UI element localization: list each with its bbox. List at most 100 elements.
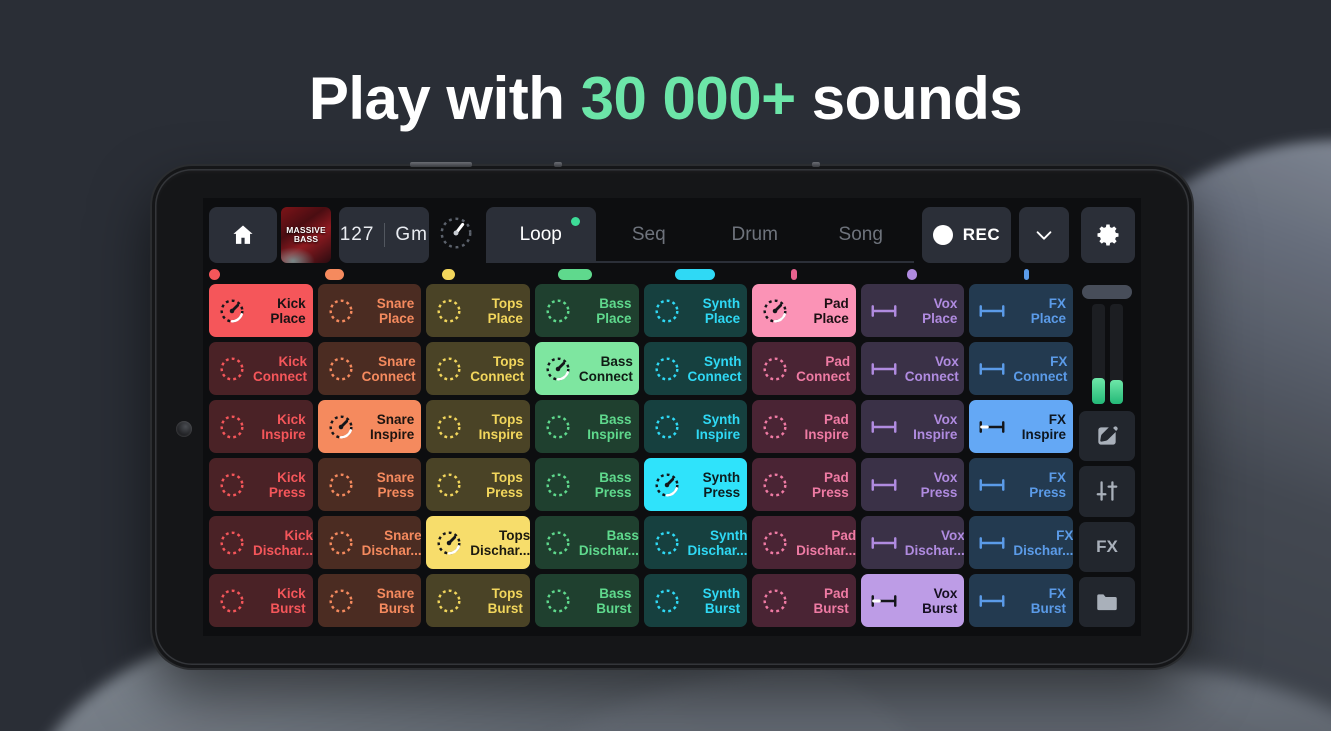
pad-label: Bass Connect: [579, 354, 633, 384]
knob-icon: [326, 296, 356, 326]
pad-pad-burst[interactable]: Pad Burst: [752, 574, 856, 627]
pad-tops-place[interactable]: Tops Place: [426, 284, 530, 337]
pad-vox-place[interactable]: Vox Place: [860, 284, 965, 337]
knob-icon: [434, 528, 464, 558]
pad-bass-connect[interactable]: Bass Connect: [534, 342, 639, 395]
pad-tops-connect[interactable]: Tops Connect: [426, 342, 530, 395]
pad-fx-dischar[interactable]: FX Dischar...: [969, 516, 1073, 569]
pad-label-variant: Place: [813, 310, 849, 326]
pad-kick-inspire[interactable]: Kick Inspire: [209, 400, 313, 453]
pad-pad-connect[interactable]: Pad Connect: [752, 342, 856, 395]
pad-label-variant: Burst: [922, 600, 958, 616]
pad-kick-dischar[interactable]: Kick Dischar...: [209, 516, 313, 569]
pad-snare-place[interactable]: Snare Place: [317, 284, 422, 337]
pad-fx-connect[interactable]: FX Connect: [969, 342, 1073, 395]
pad-synth-burst[interactable]: Synth Burst: [643, 574, 748, 627]
pad-label-instrument: Snare: [376, 469, 415, 485]
pad-tops-dischar[interactable]: Tops Dischar...: [426, 516, 530, 569]
pad-pad-place[interactable]: Pad Place: [752, 284, 856, 337]
knob-icon: [434, 354, 464, 384]
knob-icon: [654, 414, 679, 439]
settings-button[interactable]: [1081, 207, 1135, 263]
knob-icon: [326, 470, 356, 500]
knob-icon: [654, 356, 679, 381]
pad-kick-connect[interactable]: Kick Connect: [209, 342, 313, 395]
pad-vox-burst[interactable]: Vox Burst: [860, 574, 965, 627]
pad-label-variant: Press: [1029, 484, 1066, 500]
pad-label-variant: Burst: [487, 600, 523, 616]
project-artwork[interactable]: MASSIVE BASS: [281, 207, 332, 263]
knob-icon: [760, 354, 790, 384]
pad-bass-press[interactable]: Bass Press: [534, 458, 639, 511]
pad-snare-burst[interactable]: Snare Burst: [317, 574, 422, 627]
knob-icon: [654, 298, 679, 323]
home-button[interactable]: [209, 207, 277, 263]
headline-suffix: sounds: [795, 65, 1023, 132]
pad-snare-connect[interactable]: Snare Connect: [317, 342, 422, 395]
pad-label-instrument: Kick: [277, 295, 306, 311]
record-button[interactable]: REC: [921, 207, 1012, 263]
pad-vox-press[interactable]: Vox Press: [860, 458, 965, 511]
slider-icon: [977, 354, 1007, 384]
pad-label: Snare Place: [362, 296, 415, 326]
knob-icon: [760, 586, 790, 616]
tab-loop[interactable]: Loop: [485, 207, 596, 263]
pad-label-instrument: Pad: [823, 585, 849, 601]
edit-button[interactable]: [1079, 411, 1135, 462]
pad-fx-inspire[interactable]: FX Inspire: [969, 400, 1073, 453]
pad-fx-press[interactable]: FX Press: [969, 458, 1073, 511]
knob-icon: [217, 412, 247, 442]
pad-vox-dischar[interactable]: Vox Dischar...: [860, 516, 965, 569]
mixer-button[interactable]: [1079, 466, 1135, 517]
pad-tops-inspire[interactable]: Tops Inspire: [426, 400, 530, 453]
pad-label-instrument: Snare: [378, 353, 416, 369]
divider: [384, 223, 386, 247]
pad-bass-dischar[interactable]: Bass Dischar...: [534, 516, 639, 569]
pad-pad-press[interactable]: Pad Press: [752, 458, 856, 511]
pad-kick-burst[interactable]: Kick Burst: [209, 574, 313, 627]
pad-label-variant: Dischar...: [904, 542, 965, 558]
pad-synth-inspire[interactable]: Synth Inspire: [643, 400, 748, 453]
pad-fx-place[interactable]: FX Place: [969, 284, 1073, 337]
pad-synth-connect[interactable]: Synth Connect: [643, 342, 748, 395]
pad-snare-dischar[interactable]: Snare Dischar...: [317, 516, 422, 569]
pad-label: FX Press: [1013, 470, 1066, 500]
pad-snare-inspire[interactable]: Snare Inspire: [317, 400, 422, 453]
tab-drum[interactable]: Drum: [702, 207, 808, 263]
pad-label: Synth Connect: [688, 354, 742, 384]
pad-pad-dischar[interactable]: Pad Dischar...: [752, 516, 856, 569]
pad-vox-connect[interactable]: Vox Connect: [860, 342, 965, 395]
folder-button[interactable]: [1079, 576, 1135, 627]
knob-icon: [543, 528, 573, 558]
pad-tops-burst[interactable]: Tops Burst: [426, 574, 530, 627]
pad-kick-place[interactable]: Kick Place: [209, 284, 313, 337]
pad-label-variant: Connect: [904, 368, 959, 384]
tempo-key-chip[interactable]: 127 Gm: [339, 207, 429, 263]
knob-icon: [543, 354, 573, 384]
rail-handle[interactable]: [1082, 285, 1132, 299]
pad-label-instrument: Vox: [933, 411, 958, 427]
pad-bass-place[interactable]: Bass Place: [534, 284, 639, 337]
pad-bass-burst[interactable]: Bass Burst: [534, 574, 639, 627]
pad-synth-place[interactable]: Synth Place: [643, 284, 748, 337]
knob-icon: [437, 530, 461, 555]
knob-icon: [217, 354, 247, 384]
tab-seq[interactable]: Seq: [596, 207, 702, 263]
pad-pad-inspire[interactable]: Pad Inspire: [752, 400, 856, 453]
pad-vox-inspire[interactable]: Vox Inspire: [860, 400, 965, 453]
pad-synth-dischar[interactable]: Synth Dischar...: [643, 516, 748, 569]
fx-button[interactable]: FX: [1079, 521, 1135, 572]
tab-song[interactable]: Song: [808, 207, 914, 263]
pad-tops-press[interactable]: Tops Press: [426, 458, 530, 511]
pad-kick-press[interactable]: Kick Press: [209, 458, 313, 511]
record-options-button[interactable]: [1019, 207, 1070, 263]
pad-label-instrument: Pad: [825, 353, 851, 369]
pad-snare-press[interactable]: Snare Press: [317, 458, 422, 511]
pad-label: Bass Dischar...: [579, 528, 639, 558]
pad-synth-press[interactable]: Synth Press: [643, 458, 748, 511]
master-knob[interactable]: [437, 214, 478, 257]
knob-icon: [329, 298, 353, 323]
pad-label-instrument: Tops: [491, 411, 523, 427]
pad-bass-inspire[interactable]: Bass Inspire: [534, 400, 639, 453]
pad-fx-burst[interactable]: FX Burst: [969, 574, 1073, 627]
